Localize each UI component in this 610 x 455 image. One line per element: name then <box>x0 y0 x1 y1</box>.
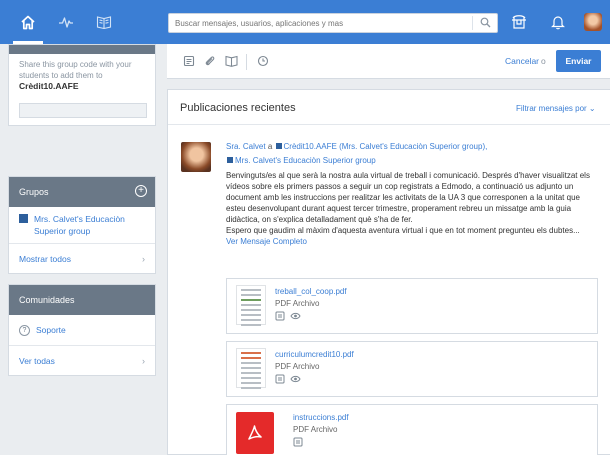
post-author-avatar[interactable] <box>181 142 211 172</box>
attachment-type: PDF Archivo <box>293 425 338 434</box>
attachment-type: PDF Archivo <box>275 362 320 371</box>
library-icon[interactable] <box>95 13 113 31</box>
post-to-word: a <box>267 142 273 151</box>
attachment-type: PDF Archivo <box>275 299 320 308</box>
note-icon[interactable] <box>275 311 285 323</box>
feed-header: Publicaciones recientes Filtrar mensajes… <box>168 90 610 125</box>
groups-panel: Grupos + Mrs. Calvet's Educaciòn Superio… <box>8 176 156 274</box>
filter-label[interactable]: Filtrar mensajes por <box>516 104 587 113</box>
document-thumbnail <box>236 348 266 389</box>
cancel-link[interactable]: Cancelar <box>505 56 539 66</box>
compose-divider <box>246 54 247 70</box>
note-icon[interactable] <box>183 55 195 69</box>
post-body-continued: Espero que gaudim al màxim d'aquesta ave… <box>226 226 580 235</box>
preview-eye-icon[interactable] <box>290 311 301 323</box>
attachment-card[interactable]: treball_col_coop.pdf PDF Archivo <box>226 278 598 334</box>
group-code-instructions: Share this group code with your students… <box>19 60 132 80</box>
group-color-icon <box>19 214 28 223</box>
communities-header: Comunidades <box>9 285 155 315</box>
search-divider <box>472 16 473 30</box>
search-icon[interactable] <box>480 17 491 30</box>
user-avatar[interactable] <box>584 13 602 31</box>
attachment-card[interactable]: curriculumcredit10.pdf PDF Archivo <box>226 341 598 397</box>
backpack-icon[interactable] <box>510 13 528 31</box>
attachment-name[interactable]: instruccions.pdf <box>293 413 349 422</box>
see-all-label[interactable]: Ver todas <box>19 356 55 366</box>
preview-eye-icon[interactable] <box>290 374 301 386</box>
document-thumbnail <box>236 285 266 326</box>
attachment-name[interactable]: treball_col_coop.pdf <box>275 287 347 296</box>
post-target-1[interactable]: Crèdit10.AAFE (Mrs. Calvet's Educaciòn S… <box>284 142 488 151</box>
attachment-actions <box>293 437 303 449</box>
see-all-communities-link[interactable]: Ver todas › <box>9 345 155 375</box>
post: Sra. Calvet a Crèdit10.AAFE (Mrs. Calvet… <box>226 140 601 247</box>
note-icon[interactable] <box>275 374 285 386</box>
group-code-card: Share this group code with your students… <box>8 44 156 126</box>
group-color-icon <box>227 157 233 163</box>
attachment-card[interactable]: instruccions.pdf PDF Archivo <box>226 404 598 455</box>
post-recipients-line2: Mrs. Calvet's Educaciòn Superior group <box>226 154 601 168</box>
group-code-field[interactable] <box>19 103 147 118</box>
or-separator: o <box>541 56 546 66</box>
notifications-bell-icon[interactable] <box>549 13 567 31</box>
search-bar[interactable] <box>168 13 498 33</box>
add-group-icon[interactable]: + <box>135 185 147 197</box>
send-button[interactable]: Enviar <box>556 50 601 72</box>
post-author[interactable]: Sra. Calvet <box>226 142 266 151</box>
home-icon[interactable] <box>19 13 37 31</box>
post-target-2[interactable]: Mrs. Calvet's Educaciòn Superior group <box>235 156 376 165</box>
communities-panel: Comunidades ? Soporte Ver todas › <box>8 284 156 376</box>
group-color-icon <box>275 143 282 149</box>
chevron-right-icon: › <box>142 355 145 366</box>
community-item-label[interactable]: Soporte <box>36 325 66 335</box>
note-icon[interactable] <box>293 437 303 449</box>
community-item-soporte[interactable]: ? Soporte <box>9 315 155 345</box>
post-body: Benvinguts/es al que serà la nostra aula… <box>226 171 590 224</box>
chevron-down-icon: ⌄ <box>588 104 596 113</box>
feed-title: Publicaciones recientes <box>180 102 296 114</box>
group-code: Crèdit10.AAFE <box>19 81 79 91</box>
pdf-icon <box>236 412 274 454</box>
view-full-message-link[interactable]: Ver Mensaje Completo <box>226 236 601 247</box>
attachment-name[interactable]: curriculumcredit10.pdf <box>275 350 354 359</box>
groups-title: Grupos <box>19 187 49 197</box>
chevron-right-icon: › <box>142 253 145 264</box>
show-all-groups-link[interactable]: Mostrar todos › <box>9 243 155 273</box>
help-icon: ? <box>19 324 30 336</box>
group-item[interactable]: Mrs. Calvet's Educaciòn Superior group <box>9 207 155 243</box>
schedule-clock-icon[interactable] <box>257 55 269 69</box>
attachment-actions <box>275 374 301 386</box>
compose-bar: Cancelar o Enviar <box>167 44 610 79</box>
attachment-actions <box>275 311 301 323</box>
recent-posts-feed: Publicaciones recientes Filtrar mensajes… <box>167 89 610 455</box>
communities-title: Comunidades <box>19 295 75 305</box>
groups-header: Grupos + <box>9 177 155 207</box>
search-input[interactable] <box>169 14 469 32</box>
activity-icon[interactable] <box>57 13 75 31</box>
top-navigation-bar <box>0 0 610 44</box>
attach-icon[interactable] <box>204 55 216 69</box>
show-all-label[interactable]: Mostrar todos <box>19 254 71 264</box>
group-code-card-header <box>9 45 155 54</box>
library-icon[interactable] <box>225 55 238 69</box>
sidebar: Share this group code with your students… <box>8 44 156 376</box>
post-recipients: Sra. Calvet a Crèdit10.AAFE (Mrs. Calvet… <box>226 140 601 154</box>
group-item-label[interactable]: Mrs. Calvet's Educaciòn Superior group <box>34 213 147 237</box>
filter-messages-dropdown[interactable]: Filtrar mensajes por ⌄ <box>516 104 596 113</box>
